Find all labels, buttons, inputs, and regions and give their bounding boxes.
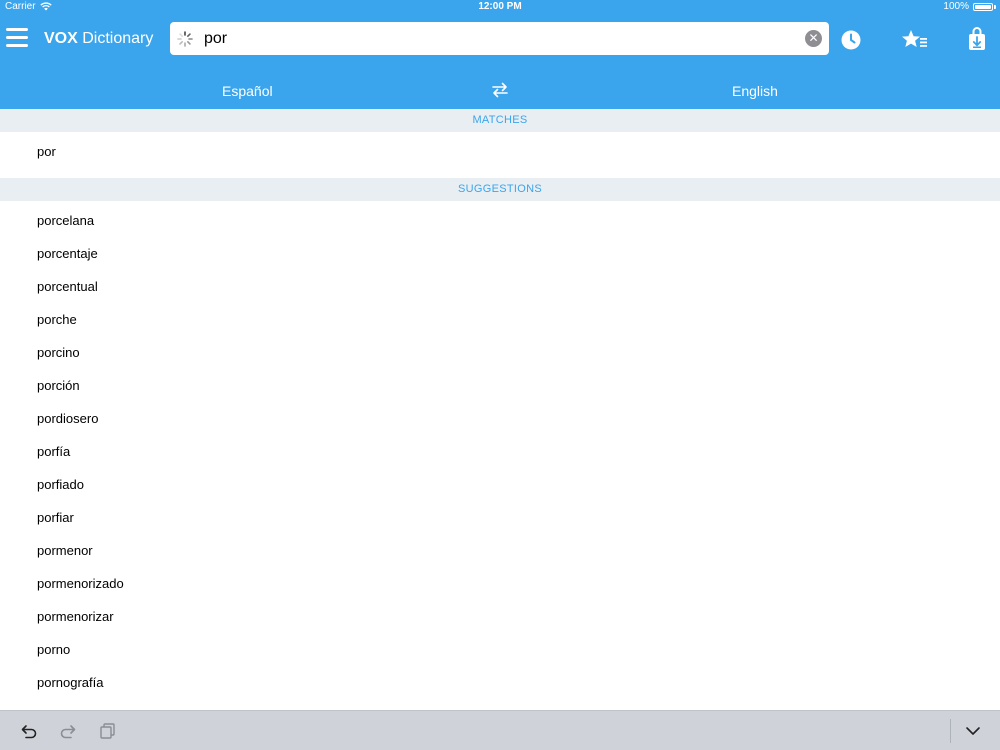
menu-icon[interactable]	[6, 28, 28, 47]
match-item[interactable]: por	[0, 135, 1000, 168]
suggestion-item-label: pornografía	[37, 675, 104, 690]
suggestion-item[interactable]: pordiosero	[0, 402, 1000, 435]
suggestion-item[interactable]: pormenorizar	[0, 600, 1000, 633]
suggestion-item[interactable]: porfiado	[0, 468, 1000, 501]
suggestion-item[interactable]: porcentual	[0, 270, 1000, 303]
suggestion-item[interactable]: pornografía	[0, 666, 1000, 699]
suggestions-header: SUGGESTIONS	[0, 178, 1000, 201]
undo-icon[interactable]	[20, 722, 38, 740]
suggestion-item-label: porfiado	[37, 477, 84, 492]
battery-percent: 100%	[943, 1, 969, 12]
clear-icon[interactable]: ✕	[805, 30, 822, 47]
status-bar: Carrier 12:00 PM 100%	[0, 0, 1000, 14]
battery-icon	[973, 2, 993, 11]
suggestion-item[interactable]: porción	[0, 369, 1000, 402]
battery-tip	[994, 4, 996, 9]
suggestion-item[interactable]: porfiar	[0, 501, 1000, 534]
app-title-rest: Dictionary	[77, 30, 154, 47]
matches-header: MATCHES	[0, 109, 1000, 132]
source-language-button[interactable]: Español	[222, 83, 273, 99]
redo-icon[interactable]	[59, 722, 77, 740]
suggestion-item-label: porcentaje	[37, 246, 98, 261]
suggestion-item-label: porcelana	[37, 213, 95, 228]
match-item-label: por	[37, 144, 56, 159]
suggestion-item-label: pormenor	[37, 543, 93, 558]
header-bar: VOX Dictionary ✕	[0, 14, 1000, 64]
app-title: VOX Dictionary	[44, 30, 153, 48]
search-input[interactable]	[204, 27, 764, 51]
search-bar: ✕	[170, 22, 829, 55]
suggestion-item[interactable]: porche	[0, 303, 1000, 336]
suggestion-item-label: porción	[37, 378, 80, 393]
suggestion-item-label: porfía	[37, 444, 71, 459]
suggestion-item-label: pordiosero	[37, 411, 99, 426]
suggestion-item[interactable]: porcino	[0, 336, 1000, 369]
battery-info: 100%	[943, 1, 996, 12]
suggestion-item[interactable]: porcentaje	[0, 237, 1000, 270]
suggestion-item-label: porno	[37, 642, 71, 657]
suggestion-item[interactable]: porno	[0, 633, 1000, 666]
paste-icon[interactable]	[99, 722, 117, 740]
suggestion-item[interactable]: pormenorizado	[0, 567, 1000, 600]
spinner-icon	[177, 31, 193, 47]
swap-arrows-icon[interactable]	[490, 82, 510, 98]
keyboard-toolbar	[0, 710, 1000, 750]
suggestion-item-label: pormenorizar	[37, 609, 114, 624]
suggestion-item[interactable]: pormenor	[0, 534, 1000, 567]
history-icon[interactable]	[838, 27, 864, 53]
suggestion-item[interactable]: porcelana	[0, 204, 1000, 237]
suggestion-item-label: porfiar	[37, 510, 74, 525]
suggestion-item[interactable]: porfía	[0, 435, 1000, 468]
target-language-button[interactable]: English	[732, 83, 778, 99]
status-time: 12:00 PM	[478, 1, 522, 12]
app-title-bold: VOX	[44, 30, 78, 47]
suggestion-item-label: porcentual	[37, 279, 98, 294]
keyboard-dismiss-icon[interactable]	[964, 722, 982, 740]
suggestion-item-label: porche	[37, 312, 77, 327]
download-icon[interactable]	[964, 27, 990, 53]
suggestion-item-label: porcino	[37, 345, 80, 360]
suggestion-item-label: pormenorizado	[37, 576, 124, 591]
language-bar: Español English	[0, 64, 1000, 109]
toolbar-divider	[950, 719, 951, 743]
favorites-icon[interactable]	[900, 27, 930, 53]
